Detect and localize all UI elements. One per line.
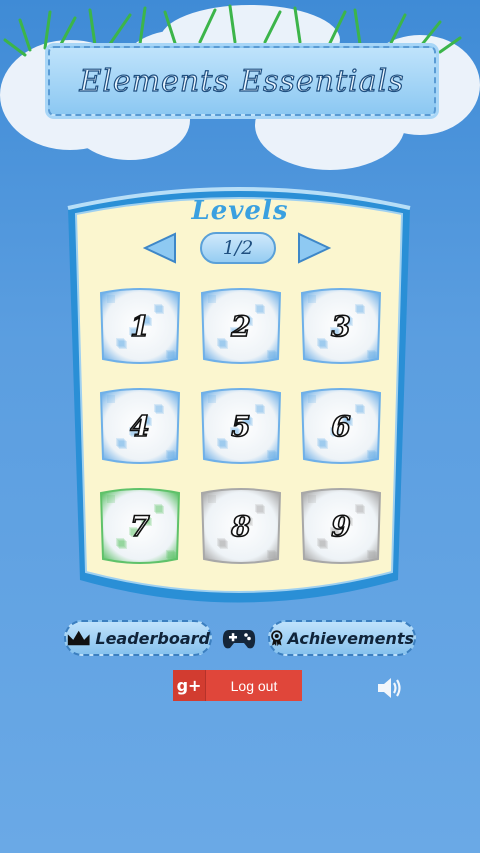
gamepad-icon[interactable]	[221, 624, 257, 652]
level-tile-7[interactable]: 7	[99, 487, 181, 565]
arrow-right-icon[interactable]	[297, 232, 331, 264]
level-tile-6[interactable]: 6	[300, 387, 382, 465]
level-tile-3[interactable]: 3	[300, 287, 382, 365]
page-indicator: 1/2	[200, 232, 276, 264]
level-tile-9[interactable]: 9	[300, 487, 382, 565]
achievements-label: Achievements	[287, 628, 414, 648]
arrow-left-icon[interactable]	[143, 232, 177, 264]
app-title: Elements Essentials	[79, 63, 405, 99]
leaderboard-button[interactable]: Leaderboard	[64, 620, 212, 656]
leaderboard-label: Leaderboard	[95, 628, 210, 648]
level-tile-1[interactable]: 1	[99, 287, 181, 365]
google-plus-logout-button[interactable]: g+ Log out	[173, 670, 302, 701]
level-tile-8[interactable]: 8	[200, 487, 282, 565]
crown-icon	[67, 630, 90, 646]
level-tile-2[interactable]: 2	[200, 287, 282, 365]
levels-heading: Levels	[191, 196, 289, 226]
level-tile-4[interactable]: 4	[99, 387, 181, 465]
google-plus-icon: g+	[173, 670, 206, 701]
achievements-button[interactable]: Achievements	[268, 620, 416, 656]
speaker-icon[interactable]	[376, 675, 404, 701]
logout-label: Log out	[230, 677, 278, 694]
medal-icon	[271, 630, 283, 647]
title-banner: Elements Essentials	[48, 46, 436, 116]
level-tile-5[interactable]: 5	[200, 387, 282, 465]
